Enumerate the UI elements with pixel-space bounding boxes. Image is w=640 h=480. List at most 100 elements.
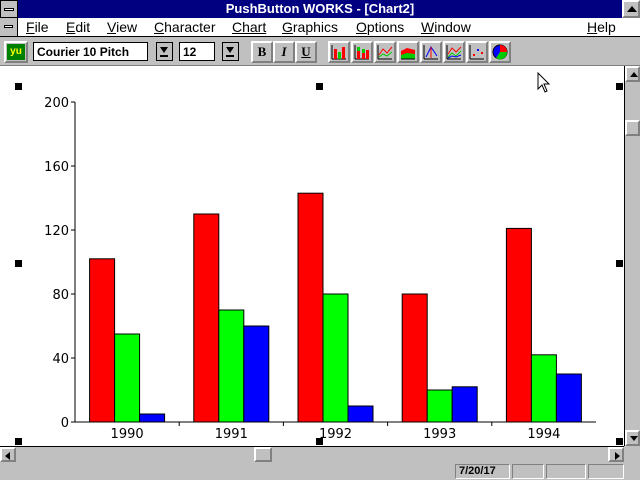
status-bar: 7/20/17 (0, 462, 640, 480)
y-tick-label: 80 (52, 288, 69, 303)
menu-edit-label: dit (75, 19, 91, 35)
menu-graphics-label: raphics (292, 19, 339, 35)
bar (426, 389, 453, 423)
menu-character-accel: C (154, 19, 165, 35)
menu-chart[interactable]: Chart (232, 19, 266, 35)
stacked-bar-chart-icon (354, 45, 369, 60)
chart-document: 0 40 80 120 160 200 1990 1991 1992 1993 1994 (0, 66, 624, 446)
x-tick-label: 1991 (215, 427, 248, 442)
status-field-3 (546, 464, 586, 479)
menu-bar: File Edit View Character Chart Graphics … (0, 18, 640, 37)
bar (243, 325, 270, 423)
menu-help-accel: H (587, 19, 598, 35)
arrow-up-icon (630, 72, 638, 77)
menu-edit-accel: E (66, 19, 76, 35)
menu-help[interactable]: Help (587, 19, 616, 35)
status-field-4 (588, 464, 624, 479)
title-bar: PushButton WORKS - [Chart2] (0, 0, 640, 18)
app-icon: yu (7, 44, 25, 60)
pie-chart-icon (492, 44, 508, 60)
scroll-down-button[interactable] (625, 430, 640, 446)
bar (322, 293, 349, 423)
x-tick-label: 1990 (111, 427, 144, 442)
line-chart-button[interactable] (374, 41, 396, 63)
font-name-field[interactable]: Courier 10 Pitch (33, 42, 148, 61)
y-tick-label: 0 (61, 416, 69, 431)
menu-character[interactable]: Character (154, 19, 215, 35)
document-menu-button[interactable] (0, 18, 18, 36)
menu-window[interactable]: Window (421, 19, 471, 35)
window-title: PushButton WORKS - [Chart2] (225, 1, 415, 16)
area-chart-button[interactable] (397, 41, 419, 63)
menu-file-label: ile (34, 19, 49, 35)
menu-window-label: indow (434, 19, 471, 35)
toolbar: yu Courier 10 Pitch 12 B I U (0, 38, 640, 66)
bar (89, 258, 116, 423)
bar (505, 227, 532, 423)
bar (451, 386, 478, 423)
horizontal-scroll-thumb[interactable] (254, 447, 272, 462)
bar (218, 309, 245, 423)
scroll-right-button[interactable] (608, 447, 624, 462)
menu-character-label: haracter (164, 19, 216, 35)
scatter-chart-button[interactable] (466, 41, 488, 63)
stacked-bar-chart-button[interactable] (351, 41, 373, 63)
bar (297, 192, 324, 423)
y-tick-label: 120 (44, 224, 69, 239)
menu-window-accel: W (421, 19, 435, 35)
vertical-scroll-thumb[interactable] (625, 120, 640, 136)
horizontal-scrollbar[interactable] (0, 446, 624, 462)
area-chart-icon (401, 48, 415, 60)
bar (139, 413, 166, 423)
x-tick-label: 1992 (319, 427, 352, 442)
status-field-2 (512, 464, 544, 479)
y-tick-label: 200 (44, 96, 69, 111)
menu-options-label: ptions (366, 19, 405, 35)
bar (530, 354, 557, 423)
menu-view[interactable]: View (107, 19, 137, 35)
menu-chart-label: Chart (232, 19, 267, 35)
combo-chart-button[interactable] (443, 41, 465, 63)
x-tick-label: 1993 (423, 427, 456, 442)
y-tick-label: 40 (52, 352, 69, 367)
bold-button[interactable]: B (251, 41, 273, 63)
system-menu-icon (4, 8, 14, 11)
bar (114, 333, 141, 423)
bar-chart-button[interactable] (328, 41, 350, 63)
bar (347, 405, 374, 423)
menu-view-label: iew (116, 19, 138, 35)
arrow-down-icon (630, 436, 638, 441)
document-menu-icon (4, 25, 13, 28)
pie-chart-button[interactable] (489, 41, 511, 63)
bar (193, 213, 220, 423)
chevron-down-icon (160, 47, 168, 53)
menu-options[interactable]: Options (356, 19, 404, 35)
mouse-pointer-icon (537, 72, 551, 93)
bar-chart[interactable]: 0 40 80 120 160 200 1990 1991 1992 1993 1994 (0, 66, 624, 446)
hi-lo-chart-icon (423, 45, 438, 60)
bar (401, 293, 428, 423)
vertical-scrollbar[interactable] (624, 66, 640, 446)
bar (555, 373, 582, 423)
maximize-button[interactable] (622, 0, 640, 18)
menu-graphics[interactable]: Graphics (282, 19, 338, 35)
status-date: 7/20/17 (455, 464, 510, 479)
y-tick-label: 160 (44, 160, 69, 175)
menu-edit[interactable]: Edit (66, 19, 90, 35)
font-name-dropdown[interactable] (156, 42, 173, 61)
font-size-field[interactable]: 12 (179, 42, 215, 61)
system-menu-button[interactable] (0, 0, 18, 18)
underline-button[interactable]: U (295, 41, 317, 63)
font-size-dropdown[interactable] (222, 42, 239, 61)
x-tick-label: 1994 (527, 427, 560, 442)
menu-file[interactable]: File (26, 19, 49, 35)
menu-help-label: elp (597, 19, 616, 35)
hi-lo-chart-button[interactable] (420, 41, 442, 63)
app-button[interactable]: yu (4, 41, 28, 63)
scrollbar-corner (624, 446, 640, 462)
scroll-left-button[interactable] (0, 447, 16, 462)
scatter-chart-icon (469, 45, 484, 60)
line-chart-icon (377, 45, 393, 60)
scroll-up-button[interactable] (625, 66, 640, 82)
italic-button[interactable]: I (273, 41, 295, 63)
